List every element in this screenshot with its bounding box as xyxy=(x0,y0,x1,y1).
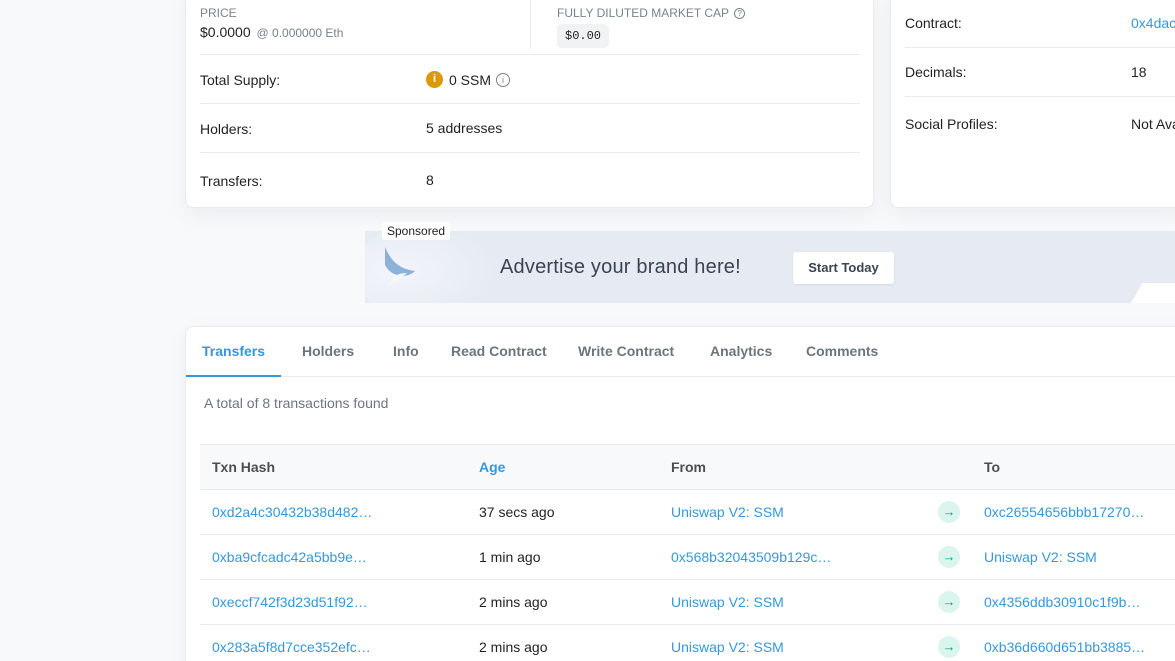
ad-headline: Advertise your brand here! xyxy=(500,256,741,278)
tab-info[interactable]: Info xyxy=(393,343,419,359)
holders-label: Holders: xyxy=(200,121,253,137)
transfers-label: Transfers: xyxy=(200,173,263,189)
ad-decoration xyxy=(1127,283,1175,303)
table-row: 0xd2a4c30432b38d482… 37 secs ago Uniswap… xyxy=(200,490,1175,535)
age-value: 1 min ago xyxy=(479,549,541,565)
social-profiles-value: Not Ava xyxy=(1131,116,1175,132)
column-from: From xyxy=(671,459,706,475)
info-icon[interactable]: i xyxy=(426,71,443,88)
to-link[interactable]: 0xc26554656bbb17270… xyxy=(984,504,1144,520)
arrow-right-icon: → xyxy=(938,546,960,568)
txn-hash-link[interactable]: 0x283a5f8d7cce352efc… xyxy=(212,639,371,655)
tab-transfers[interactable]: Transfers xyxy=(202,343,265,359)
price-eth: @ 0.000000 Eth xyxy=(256,26,344,40)
active-tab-indicator xyxy=(186,375,281,377)
profile-summary-card: Contract: 0x4dac Decimals: 18 Social Pro… xyxy=(890,0,1175,208)
total-supply-label: Total Supply: xyxy=(200,72,281,88)
tab-write-contract[interactable]: Write Contract xyxy=(578,343,674,359)
contract-label: Contract: xyxy=(905,15,962,31)
from-link[interactable]: Uniswap V2: SSM xyxy=(671,504,784,520)
age-value: 2 mins ago xyxy=(479,639,548,655)
divider xyxy=(530,0,531,49)
transfers-value: 8 xyxy=(426,172,434,188)
tab-comments[interactable]: Comments xyxy=(806,343,878,359)
divider xyxy=(905,96,1175,97)
social-profiles-label: Social Profiles: xyxy=(905,116,998,132)
decimals-label: Decimals: xyxy=(905,64,967,80)
column-txn-hash: Txn Hash xyxy=(212,459,276,475)
market-cap-value[interactable]: $0.00 xyxy=(557,24,610,48)
from-link[interactable]: Uniswap V2: SSM xyxy=(671,639,784,655)
tab-analytics[interactable]: Analytics xyxy=(710,343,772,359)
info-outline-icon[interactable]: i xyxy=(496,72,511,87)
holders-value: 5 addresses xyxy=(426,120,503,136)
market-cap-label: FULLY DILUTED MARKET CAP ? xyxy=(557,6,746,20)
transactions-summary: A total of 8 transactions found xyxy=(204,395,389,411)
start-today-button[interactable]: Start Today xyxy=(793,252,894,284)
column-to: To xyxy=(984,459,1001,475)
txn-hash-link[interactable]: 0xeccf742f3d23d51f92… xyxy=(212,594,368,610)
transfers-row: Transfers: 8 xyxy=(200,152,860,208)
question-icon[interactable]: ? xyxy=(734,8,746,19)
table-row: 0xba9cfcadc42a5bb9e… 1 min ago 0x568b320… xyxy=(200,535,1175,580)
total-supply-row: Total Supply: i 0 SSM i xyxy=(200,54,860,103)
tab-holders[interactable]: Holders xyxy=(302,343,354,359)
table-row: 0x283a5f8d7cce352efc… 2 mins ago Uniswap… xyxy=(200,625,1175,661)
sponsored-tag: Sponsored xyxy=(382,222,451,240)
age-value: 37 secs ago xyxy=(479,504,555,520)
tab-bar: Transfers Holders Info Read Contract Wri… xyxy=(186,327,1175,377)
table-header: Txn Hash Age From To xyxy=(200,444,1175,490)
txn-hash-link[interactable]: 0xd2a4c30432b38d482… xyxy=(212,504,372,520)
from-link[interactable]: 0x568b32043509b129c… xyxy=(671,549,831,565)
arrow-right-icon: → xyxy=(938,501,960,523)
leaf-icon xyxy=(385,247,415,287)
token-tabs-card: Transfers Holders Info Read Contract Wri… xyxy=(185,326,1175,661)
price-value: $0.0000 @ 0.000000 Eth xyxy=(200,24,344,40)
column-age[interactable]: Age xyxy=(479,459,505,475)
tab-read-contract[interactable]: Read Contract xyxy=(451,343,547,359)
holders-row: Holders: 5 addresses xyxy=(200,103,860,152)
token-overview-card: PRICE $0.0000 @ 0.000000 Eth FULLY DILUT… xyxy=(185,0,874,208)
decimals-value: 18 xyxy=(1131,64,1147,80)
arrow-right-icon: → xyxy=(938,636,960,658)
from-link[interactable]: Uniswap V2: SSM xyxy=(671,594,784,610)
to-link[interactable]: Uniswap V2: SSM xyxy=(984,549,1097,565)
txn-hash-link[interactable]: 0xba9cfcadc42a5bb9e… xyxy=(212,549,367,565)
to-link[interactable]: 0x4356ddb30910c1f9b… xyxy=(984,594,1140,610)
arrow-right-icon: → xyxy=(938,591,960,613)
table-row: 0xeccf742f3d23d51f92… 2 mins ago Uniswap… xyxy=(200,580,1175,625)
to-link[interactable]: 0xb36d660d651bb3885… xyxy=(984,639,1145,655)
age-value: 2 mins ago xyxy=(479,594,548,610)
ad-banner[interactable]: Advertise your brand here! Start Today xyxy=(365,231,1175,303)
total-supply-value: i 0 SSM i xyxy=(426,71,511,88)
divider xyxy=(905,47,1175,48)
price-label: PRICE xyxy=(200,6,237,20)
contract-link[interactable]: 0x4dac xyxy=(1131,15,1175,31)
